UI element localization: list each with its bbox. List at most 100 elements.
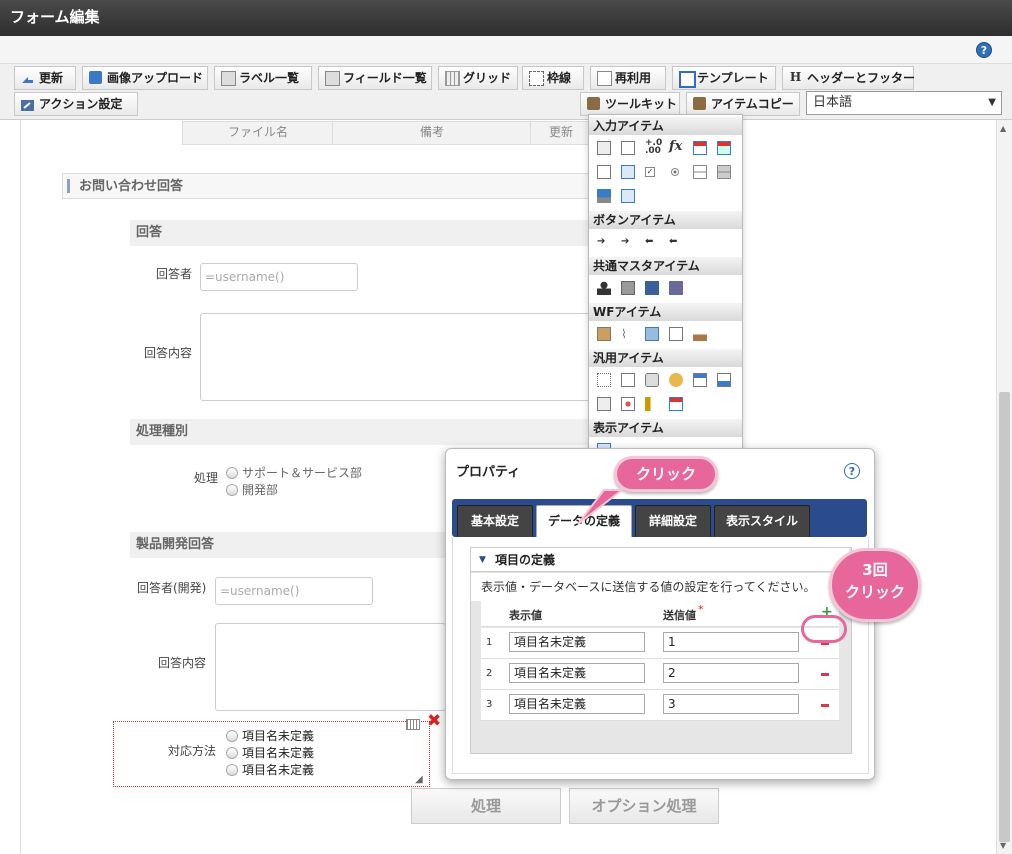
property-tabs: 基本設定 データの定義 詳細設定 表示スタイル (452, 499, 867, 537)
panel-icon[interactable] (597, 397, 611, 411)
date-icon[interactable] (693, 141, 707, 155)
button-return-icon[interactable]: ⬅ (669, 235, 683, 249)
list-icon[interactable] (621, 165, 635, 179)
radio-button-icon[interactable] (671, 168, 679, 176)
item-copy-button[interactable]: アイテムコピー (686, 92, 800, 116)
row-send-input[interactable]: 1 (663, 632, 799, 652)
method-option-1[interactable]: 項目名未定義 (226, 728, 314, 744)
clipboard-icon[interactable] (597, 327, 611, 341)
toolkit-palette: 入力アイテム +.0.00 fx ✓ ボタンアイテム ➔ ➔ ⬅ ⬅ 共通マスタ… (588, 114, 743, 452)
action-settings-button[interactable]: アクション設定 (14, 92, 138, 116)
button-register-icon[interactable]: ➔ (597, 235, 611, 249)
checkbox-icon[interactable]: ✓ (645, 167, 655, 177)
public-group-icon[interactable] (669, 281, 683, 295)
item-definition-header[interactable]: ▼ 項目の定義 (471, 548, 849, 572)
camera-icon[interactable] (645, 373, 659, 387)
tree-icon[interactable] (645, 397, 659, 411)
row-send-input[interactable]: 3 (663, 694, 799, 714)
answerer-input[interactable]: =username() (200, 263, 358, 291)
button-next-icon[interactable]: ➔ (621, 235, 635, 249)
method-option-3[interactable]: 項目名未定義 (226, 762, 314, 778)
answer-content-textarea[interactable] (200, 313, 592, 401)
dev-answerer-label: 回答者(開発) (137, 581, 207, 595)
button-back-icon[interactable]: ⬅ (645, 235, 659, 249)
border-label: 枠線 (547, 71, 572, 85)
border-button[interactable]: 枠線 (522, 66, 584, 90)
organization-icon[interactable] (621, 281, 635, 295)
image-upload-button[interactable]: 画像アップロード (82, 66, 208, 90)
formula-icon[interactable]: fx (669, 139, 683, 154)
history-icon[interactable] (669, 327, 683, 341)
palette-display-items: 表示アイテム (589, 419, 742, 437)
download-doc-icon[interactable] (717, 373, 731, 387)
scroll-down-icon[interactable]: ▼ (1000, 841, 1006, 850)
toolkit-button[interactable]: ツールキット (580, 92, 680, 116)
row-display-input[interactable]: 項目名未定義 (509, 632, 645, 652)
textarea-icon[interactable] (621, 141, 635, 155)
selected-radio-item[interactable]: 対応方法 項目名未定義 項目名未定義 項目名未定義 ✖ ◢ (113, 713, 441, 787)
tab-display-style[interactable]: 表示スタイル (714, 505, 810, 537)
row-display-input[interactable]: 項目名未定義 (509, 694, 645, 714)
radio-icon (226, 763, 238, 776)
remove-row-icon[interactable] (821, 704, 829, 707)
process-label: 処理 (194, 471, 219, 485)
dev-answer-content-textarea[interactable] (215, 623, 446, 711)
template-icon (679, 71, 696, 88)
delete-icon[interactable]: ✖ (427, 713, 441, 730)
card-icon[interactable] (621, 397, 635, 411)
grid-button[interactable]: グリッド (438, 66, 518, 90)
combo-icon[interactable] (693, 165, 707, 179)
upload-doc-icon[interactable] (693, 373, 707, 387)
process-option-dev[interactable]: 開発部 (226, 482, 278, 498)
refresh-button[interactable]: 更新 (14, 66, 76, 90)
multi-combo-icon[interactable] (717, 165, 731, 179)
attachment-icon[interactable]: ⌇ (621, 327, 635, 341)
border-icon (529, 71, 544, 86)
method-option-2[interactable]: 項目名未定義 (226, 745, 314, 761)
calendar-icon[interactable] (669, 397, 683, 411)
item-properties-icon[interactable] (406, 719, 420, 730)
table-input-icon[interactable] (621, 189, 635, 203)
stamp-icon[interactable] (693, 327, 707, 341)
process-button[interactable]: 処理 (411, 788, 561, 824)
key-icon[interactable] (669, 373, 683, 387)
user-icon[interactable] (597, 281, 611, 295)
dialog-help-icon[interactable]: ? (844, 463, 860, 479)
remove-row-icon[interactable] (821, 673, 829, 676)
resize-handle-icon[interactable]: ◢ (415, 774, 423, 785)
required-mark: * (698, 603, 704, 616)
image-icon[interactable] (645, 327, 659, 341)
palette-button-items: ボタンアイテム (589, 211, 742, 229)
header-footer-button[interactable]: H ヘッダーとフッター (782, 66, 915, 90)
help-icon[interactable]: ? (976, 42, 992, 58)
file-upload-icon[interactable] (597, 189, 611, 203)
option-process-button[interactable]: オプション処理 (569, 788, 719, 824)
scroll-up-icon[interactable]: ▲ (1000, 124, 1006, 133)
label-list-label: ラベル一覧 (239, 71, 300, 85)
scrollbar-thumb[interactable] (999, 392, 1010, 842)
reuse-button[interactable]: 再利用 (590, 66, 666, 90)
datetime-icon[interactable] (717, 141, 731, 155)
user-org-icon[interactable] (645, 281, 659, 295)
row-display-input[interactable]: 項目名未定義 (509, 663, 645, 683)
row-send-input[interactable]: 2 (663, 663, 799, 683)
field-list-button[interactable]: フィールド一覧 (318, 66, 432, 90)
select-icon[interactable] (597, 165, 611, 179)
method-option-2-label: 項目名未定義 (242, 746, 315, 760)
radio-icon (226, 729, 238, 742)
process-option-support[interactable]: サポート＆サービス部 (226, 465, 362, 481)
label-list-button[interactable]: ラベル一覧 (214, 66, 312, 90)
dev-answerer-input[interactable]: =username() (215, 577, 373, 605)
document-icon[interactable] (621, 373, 635, 387)
toolkit-label: ツールキット (605, 97, 678, 111)
vertical-scrollbar[interactable]: ▲ ▼ (996, 120, 1012, 854)
separator-icon[interactable] (597, 373, 611, 387)
number-icon[interactable]: +.0.00 (645, 139, 662, 156)
row-number: 3 (486, 699, 493, 710)
tab-detail-settings[interactable]: 詳細設定 (635, 505, 711, 537)
textbox-icon[interactable] (597, 141, 611, 155)
language-select[interactable]: 日本語 ▼ (806, 91, 1002, 115)
method-option-3-label: 項目名未定義 (242, 763, 315, 777)
template-button[interactable]: テンプレート (672, 66, 776, 90)
tab-basic-settings[interactable]: 基本設定 (457, 505, 533, 537)
